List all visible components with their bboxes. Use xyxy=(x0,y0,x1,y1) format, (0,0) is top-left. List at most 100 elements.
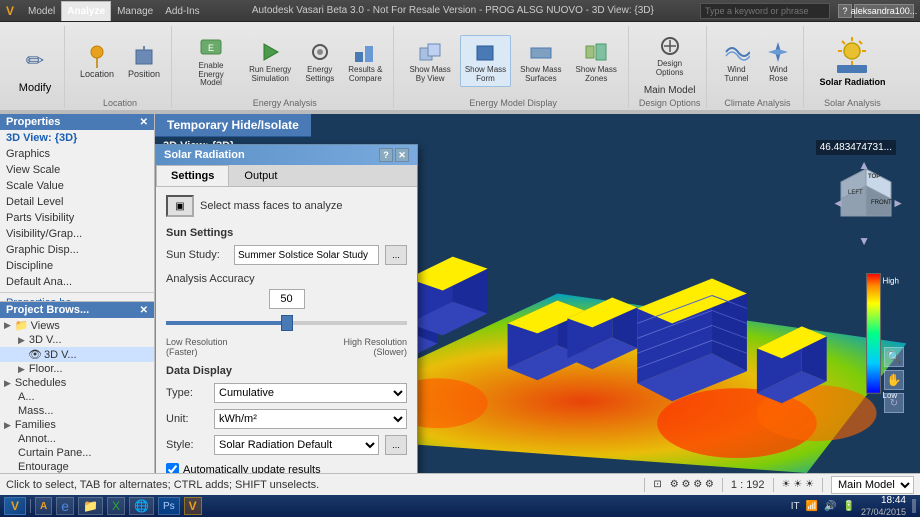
prop-item-view[interactable]: 3D View: {3D} xyxy=(0,130,154,146)
dialog-body: ▣ Select mass faces to analyze Sun Setti… xyxy=(156,187,417,473)
nav-right-arrow[interactable]: ► xyxy=(892,196,904,210)
taskbar-start-button[interactable]: V xyxy=(4,497,26,515)
ribbon-tab-manage[interactable]: Manage xyxy=(111,1,159,21)
view-icon: 👁 xyxy=(28,348,42,361)
tree-item-curtain[interactable]: Curtain Pane... xyxy=(0,446,154,460)
title-bar: V Model Analyze Manage Add-Ins Autodesk … xyxy=(0,0,920,22)
tree-item-3dview-current[interactable]: 👁 3D V... xyxy=(0,347,154,362)
energy-settings-button[interactable]: EnergySettings xyxy=(300,35,339,87)
tree-item-schedules[interactable]: ▶ Schedules xyxy=(0,376,154,390)
dialog-close-button[interactable]: ✕ xyxy=(395,148,409,162)
dialog-tab-output[interactable]: Output xyxy=(229,165,292,186)
tree-item-entourage[interactable]: Entourage xyxy=(0,460,154,473)
taskbar-photoshop-button[interactable]: Ps xyxy=(158,497,180,515)
scale-display: 1 : 192 xyxy=(731,479,765,491)
ribbon-tab-analyze[interactable]: Analyze xyxy=(61,1,111,21)
nav-down-arrow[interactable]: ▼ xyxy=(858,234,870,248)
project-browser-close-icon[interactable]: ✕ xyxy=(140,305,148,316)
prop-item-discipline[interactable]: Discipline xyxy=(0,258,154,274)
prop-item-parts-visibility[interactable]: Parts Visibility xyxy=(0,210,154,226)
pan-icon[interactable]: ✋ xyxy=(884,370,904,390)
data-display-label: Data Display xyxy=(166,365,407,377)
design-options-button[interactable]: DesignOptions xyxy=(651,29,689,81)
auto-update-checkbox[interactable]: Automatically update results xyxy=(166,463,407,473)
style-select[interactable]: Solar Radiation Default xyxy=(214,435,379,455)
nav-tools: 🔍 ✋ ↻ xyxy=(884,347,904,413)
taskbar-chrome-button[interactable]: 🌐 xyxy=(129,497,154,515)
status-separator-4 xyxy=(822,478,823,492)
wind-rose-button[interactable]: WindRose xyxy=(759,35,797,87)
position-button[interactable]: Position xyxy=(123,39,165,83)
nav-cube[interactable]: TOP LEFT FRONT xyxy=(836,164,896,224)
sun-study-browse-button[interactable]: ... xyxy=(385,245,407,265)
status-separator-2 xyxy=(722,478,723,492)
tree-item-views[interactable]: ▶ 📁 Views xyxy=(0,318,154,333)
prop-item-default-ana[interactable]: Default Ana... xyxy=(0,274,154,290)
prop-item-graphics[interactable]: Graphics xyxy=(0,146,154,162)
search-input[interactable] xyxy=(700,3,830,19)
enable-energy-button[interactable]: E Enable EnergyModel xyxy=(182,31,240,91)
wind-tunnel-button[interactable]: WindTunnel xyxy=(717,35,755,87)
prop-item-graphic-disp[interactable]: Graphic Disp... xyxy=(0,242,154,258)
unit-select[interactable]: kWh/m² BTU/ft² xyxy=(214,409,407,429)
ribbon-group-location: Location Position Location xyxy=(69,26,172,108)
status-bar: Click to select, TAB for alternates; CTR… xyxy=(0,473,920,495)
orbit-icon[interactable]: ↻ xyxy=(884,393,904,413)
tree-item-families[interactable]: ▶ Families xyxy=(0,418,154,432)
tree-item-a[interactable]: A... xyxy=(0,390,154,404)
prop-item-view-scale[interactable]: View Scale xyxy=(0,162,154,178)
select-faces-button[interactable]: ▣ xyxy=(166,195,194,217)
dialog-tab-settings[interactable]: Settings xyxy=(156,165,229,186)
ribbon-tab-addins[interactable]: Add-Ins xyxy=(159,1,205,21)
analysis-accuracy-label: Analysis Accuracy xyxy=(166,273,407,285)
taskbar-network-icon: 📶 xyxy=(806,501,818,512)
location-button[interactable]: Location xyxy=(75,39,119,83)
taskbar-lang: IT xyxy=(791,501,800,512)
svg-text:TOP: TOP xyxy=(868,174,880,180)
run-energy-button[interactable]: Run EnergySimulation xyxy=(244,35,296,87)
ribbon-tab-model[interactable]: Model xyxy=(22,1,61,21)
type-select[interactable]: Cumulative Peak Average xyxy=(214,383,407,403)
tree-item-mass[interactable]: Mass... xyxy=(0,404,154,418)
taskbar-revit-button[interactable]: A xyxy=(35,497,52,515)
modify-button[interactable]: ✏ Modify xyxy=(12,36,58,98)
model-select[interactable]: Main Model xyxy=(831,476,914,494)
status-separator-3 xyxy=(773,478,774,492)
taskbar-show-desktop-icon[interactable] xyxy=(912,499,916,513)
results-compare-button[interactable]: Results &Compare xyxy=(343,35,387,87)
zoom-icon[interactable]: 🔍 xyxy=(884,347,904,367)
unit-label: Unit: xyxy=(166,413,208,425)
show-mass-zones-button[interactable]: Show MassZones xyxy=(571,35,622,87)
properties-content: 3D View: {3D} Graphics View Scale Scale … xyxy=(0,130,154,301)
nav-up-arrow[interactable]: ▲ xyxy=(858,158,870,172)
nav-left-arrow[interactable]: ◄ xyxy=(832,196,844,210)
taskbar-vasari-button[interactable]: V xyxy=(184,497,202,515)
taskbar-internet-explorer-button[interactable]: e xyxy=(56,497,74,515)
sun-study-input[interactable] xyxy=(234,245,379,265)
ribbon-group-model-display: Show MassBy View Show MassForm Show Mass… xyxy=(398,26,628,108)
user-icon[interactable]: aleksandra100... xyxy=(854,4,914,18)
prop-item-scale-value[interactable]: Scale Value xyxy=(0,178,154,194)
tree-item-annot[interactable]: Annot... xyxy=(0,432,154,446)
data-display-section: Data Display Type: Cumulative Peak Avera… xyxy=(166,365,407,455)
tree-item-3dviews[interactable]: ▶ 3D V... xyxy=(0,333,154,347)
dialog-minimize-button[interactable]: ? xyxy=(379,148,393,162)
style-browse-button[interactable]: ... xyxy=(385,435,407,455)
show-mass-surfaces-button[interactable]: Show MassSurfaces xyxy=(515,35,566,87)
taskbar-right: IT 📶 🔊 🔋 18:44 27/04/2015 xyxy=(791,495,916,517)
properties-panel-header: Properties ✕ xyxy=(0,114,154,130)
solar-radiation-button[interactable]: Solar Radiation xyxy=(814,31,890,91)
prop-item-detail-level[interactable]: Detail Level xyxy=(0,194,154,210)
tree-item-floor[interactable]: ▶ Floor... xyxy=(0,362,154,376)
project-browser-header[interactable]: Project Brows... ✕ xyxy=(0,302,154,318)
app-logo: V xyxy=(6,4,14,18)
prop-item-visibility[interactable]: Visibility/Grap... xyxy=(0,226,154,242)
taskbar-excel-button[interactable]: X xyxy=(107,497,125,515)
properties-close-icon[interactable]: ✕ xyxy=(140,117,148,128)
show-mass-view-button[interactable]: Show MassBy View xyxy=(404,35,455,87)
accuracy-slider-thumb[interactable] xyxy=(281,315,293,331)
taskbar-folder-button[interactable]: 📁 xyxy=(78,497,103,515)
accuracy-slider-container xyxy=(166,313,407,333)
dialog-tabs: Settings Output xyxy=(156,165,417,187)
show-mass-form-button[interactable]: Show MassForm xyxy=(460,35,511,87)
